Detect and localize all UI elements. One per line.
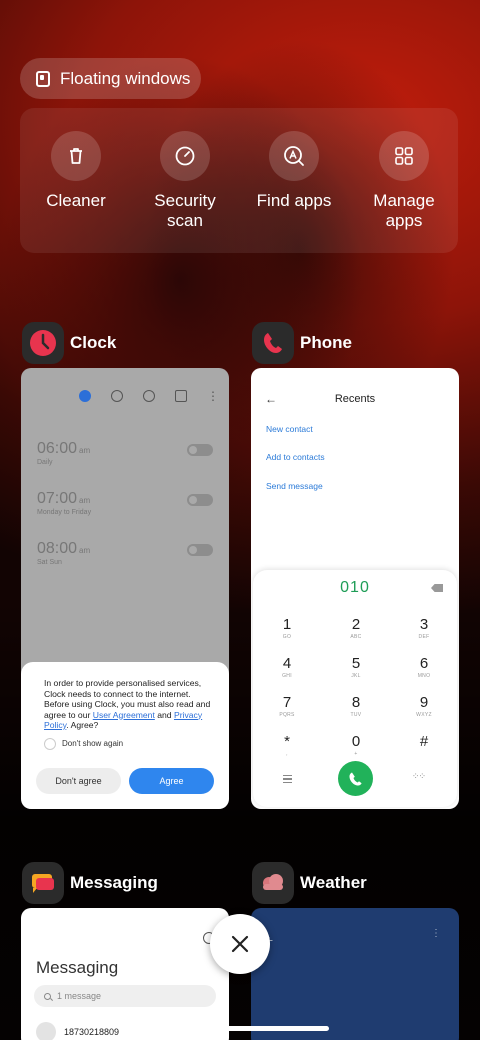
find-apps-icon	[269, 131, 319, 181]
weather-header[interactable]: Weather	[252, 862, 367, 904]
alarm-ampm: am	[79, 546, 91, 555]
grid-apps-icon	[379, 131, 429, 181]
alarm-time: 06:00	[37, 440, 78, 457]
cleaner-button[interactable]: Cleaner	[21, 131, 131, 211]
messaging-header[interactable]: Messaging	[22, 862, 158, 904]
alarm-repeat: Daily	[37, 459, 53, 466]
phone-title: Recents	[334, 393, 376, 405]
find-apps-button[interactable]: Find apps	[239, 131, 349, 211]
security-scan-label: Security scan	[154, 191, 216, 230]
security-gauge-icon	[160, 131, 210, 181]
manage-apps-button[interactable]: Manage apps	[349, 131, 459, 231]
alarm-time: 07:00	[37, 490, 78, 507]
messaging-app-name: Messaging	[70, 873, 158, 892]
search-placeholder: 1 message	[57, 991, 102, 1001]
dont-show-again-checkbox[interactable]	[44, 737, 56, 750]
key-2[interactable]: 2 ABC	[331, 617, 381, 641]
dont-agree-button[interactable]: Don't agree	[36, 768, 121, 794]
cleaner-label: Cleaner	[46, 191, 106, 210]
close-icon	[231, 935, 249, 953]
add-to-contacts-link[interactable]: Add to contacts	[266, 452, 325, 462]
alarm-toggle[interactable]	[187, 444, 213, 456]
avatar	[36, 1022, 56, 1040]
floating-window-icon	[36, 70, 50, 87]
clock-toolbar: ⋮	[79, 390, 219, 402]
consent-text: In order to provide personalised service…	[44, 678, 211, 730]
clock-header[interactable]: Clock	[22, 322, 116, 364]
security-scan-button[interactable]: Security scan	[130, 131, 240, 231]
alarm-toggle[interactable]	[187, 494, 213, 506]
alarm-time: 08:00	[37, 540, 78, 557]
alarm-ampm: am	[79, 496, 91, 505]
conversation-sender: 18730218809	[64, 1027, 120, 1037]
clock-app-card[interactable]: ⋮ 06:00 am Daily 07:00 am Monday to Friday…	[21, 368, 229, 809]
messaging-app-card[interactable]: Messaging 1 message 18730218809	[21, 908, 229, 1040]
stopwatch-icon[interactable]	[143, 390, 155, 402]
key-4[interactable]: 4 GHI	[262, 656, 312, 680]
call-button[interactable]	[338, 761, 373, 796]
key-7[interactable]: 7 PQRS	[262, 695, 312, 719]
key-star[interactable]: *,	[262, 734, 312, 758]
key-hash[interactable]: #	[399, 734, 449, 751]
key-5[interactable]: 5 JKL	[331, 656, 381, 680]
user-agreement-link[interactable]: User Agreement	[93, 710, 155, 720]
alarm-item[interactable]: 06:00 am Daily	[37, 440, 215, 466]
conversation-item[interactable]: 18730218809	[36, 1022, 119, 1040]
new-contact-link[interactable]: New contact	[266, 424, 313, 434]
agree-button[interactable]: Agree	[129, 768, 214, 794]
send-message-link[interactable]: Send message	[266, 481, 323, 491]
call-icon	[349, 772, 362, 785]
phone-header[interactable]: Phone	[252, 322, 352, 364]
floating-windows-button[interactable]: Floating windows	[20, 58, 201, 99]
alarm-toggle[interactable]	[187, 544, 213, 556]
alarm-repeat: Monday to Friday	[37, 509, 92, 516]
weather-app-card[interactable]: + ⋮	[251, 908, 459, 1040]
key-8[interactable]: 8 TUV	[331, 695, 381, 719]
alarm-item[interactable]: 08:00 am Sat Sun	[37, 540, 215, 566]
alarm-ampm: am	[79, 446, 91, 455]
dont-show-again-option[interactable]: Don't show again	[44, 737, 213, 750]
alarm-item[interactable]: 07:00 am Monday to Friday	[37, 490, 215, 516]
manage-apps-label: Manage apps	[373, 191, 435, 230]
floating-windows-label: Floating windows	[60, 68, 191, 88]
weather-app-name: Weather	[300, 873, 367, 892]
messaging-app-icon	[22, 862, 64, 904]
alarm-icon[interactable]	[79, 390, 91, 402]
key-9[interactable]: 9 WXYZ	[399, 695, 449, 719]
alarm-repeat: Sat Sun	[37, 559, 62, 566]
phone-app-name: Phone	[300, 333, 352, 352]
key-6[interactable]: 6 MNO	[399, 656, 449, 680]
home-indicator[interactable]	[152, 1026, 329, 1031]
consent-dialog: In order to provide personalised service…	[21, 662, 229, 809]
clock-app-name: Clock	[70, 333, 117, 352]
message-search-bar[interactable]: 1 message	[34, 985, 216, 1007]
dialer-pad: 010 1 GO 2 ABC 3 DEF 4 GHI 5 JKL 6 MNO 7 PQRS 8…	[253, 570, 457, 807]
phone-app-card[interactable]: ← Recents New contact Add to contacts Se…	[251, 368, 459, 809]
dialpad-icon[interactable]: ⁘⁘	[412, 772, 426, 781]
trash-icon	[51, 131, 101, 181]
more-icon[interactable]: ⋮	[207, 390, 219, 402]
search-icon	[44, 992, 51, 1000]
phone-app-icon	[252, 322, 294, 364]
dialed-number: 010	[340, 579, 370, 596]
quick-actions-panel: Cleaner Security scan Find apps Manage a…	[20, 108, 458, 253]
more-icon[interactable]: ⋮	[431, 929, 441, 939]
find-apps-label: Find apps	[256, 191, 332, 210]
messaging-title: Messaging	[36, 958, 119, 977]
key-1[interactable]: 1 GO	[262, 617, 312, 641]
timer-icon[interactable]	[175, 390, 187, 402]
dont-show-again-label: Don't show again	[62, 739, 124, 748]
clock-app-icon	[22, 322, 64, 364]
key-0[interactable]: 0 +	[331, 734, 381, 758]
clock-icon[interactable]	[111, 390, 123, 402]
menu-icon[interactable]	[283, 775, 292, 783]
key-3[interactable]: 3 DEF	[399, 617, 449, 641]
weather-app-icon	[252, 862, 294, 904]
close-all-button[interactable]	[210, 914, 270, 974]
